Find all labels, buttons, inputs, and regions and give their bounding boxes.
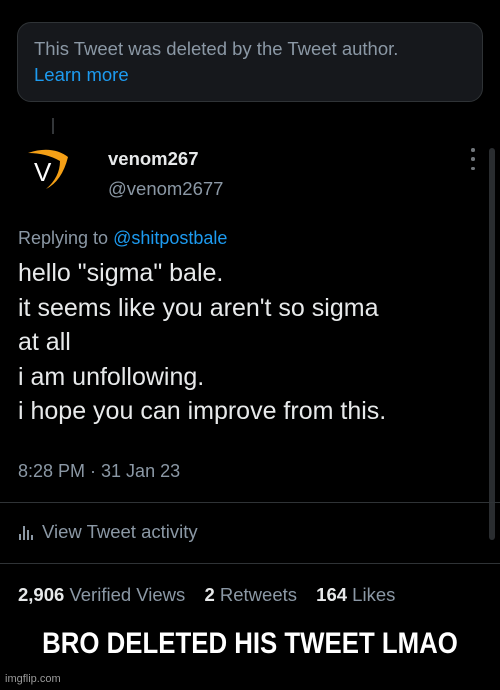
tweet-line: at all: [18, 328, 71, 356]
retweets-stat[interactable]: 2 Retweets: [204, 584, 297, 605]
replying-prefix: Replying to: [18, 228, 109, 248]
tweet-line: i hope you can improve from this.: [18, 397, 387, 425]
author-display-name[interactable]: venom267: [108, 148, 199, 170]
divider: [0, 502, 500, 503]
likes-stat[interactable]: 164 Likes: [316, 584, 395, 605]
tweet-timestamp[interactable]: 8:28 PM · 31 Jan 23: [18, 461, 180, 482]
analytics-icon: [19, 526, 33, 540]
avatar-letter: V: [34, 157, 52, 187]
deleted-tweet-notice: This Tweet was deleted by the Tweet auth…: [17, 22, 483, 102]
views-stat[interactable]: 2,906 Verified Views: [18, 584, 185, 605]
thread-connector-line: [52, 118, 54, 134]
tweet-line: i am unfollowing.: [18, 362, 205, 391]
deleted-notice-text: This Tweet was deleted by the Tweet auth…: [34, 38, 399, 59]
scrollbar[interactable]: [489, 148, 495, 540]
more-options-icon[interactable]: [466, 148, 480, 170]
tweet-text: hello "sigma" bale. it seems like you ar…: [18, 256, 488, 429]
meme-caption: BRO DELETED HIS TWEET LMAO: [42, 627, 458, 660]
likes-label: Likes: [352, 584, 396, 605]
views-count: 2,906: [18, 584, 65, 605]
replying-to-mention[interactable]: @shitpostbale: [113, 228, 227, 248]
retweets-label: Retweets: [219, 584, 298, 605]
retweets-count: 2: [204, 584, 215, 605]
replying-to-line: Replying to @shitpostbale: [18, 228, 227, 249]
divider: [0, 563, 500, 564]
view-tweet-activity-label: View Tweet activity: [42, 521, 198, 542]
watermark: imgflip.com: [5, 673, 61, 685]
view-tweet-activity-button[interactable]: View Tweet activity: [18, 521, 198, 543]
avatar-logo-icon: V: [28, 149, 68, 189]
likes-count: 164: [316, 584, 348, 605]
learn-more-link[interactable]: Learn more: [34, 62, 466, 88]
avatar[interactable]: V: [22, 143, 74, 195]
tweet-stats: 2,906 Verified Views 2 Retweets 164 Like…: [18, 584, 409, 606]
tweet-line: it seems like you aren't so sigma: [18, 293, 379, 322]
views-label: Verified Views: [69, 584, 186, 605]
tweet-line: hello "sigma" bale.: [18, 259, 224, 287]
author-handle[interactable]: @venom2677: [108, 178, 223, 200]
